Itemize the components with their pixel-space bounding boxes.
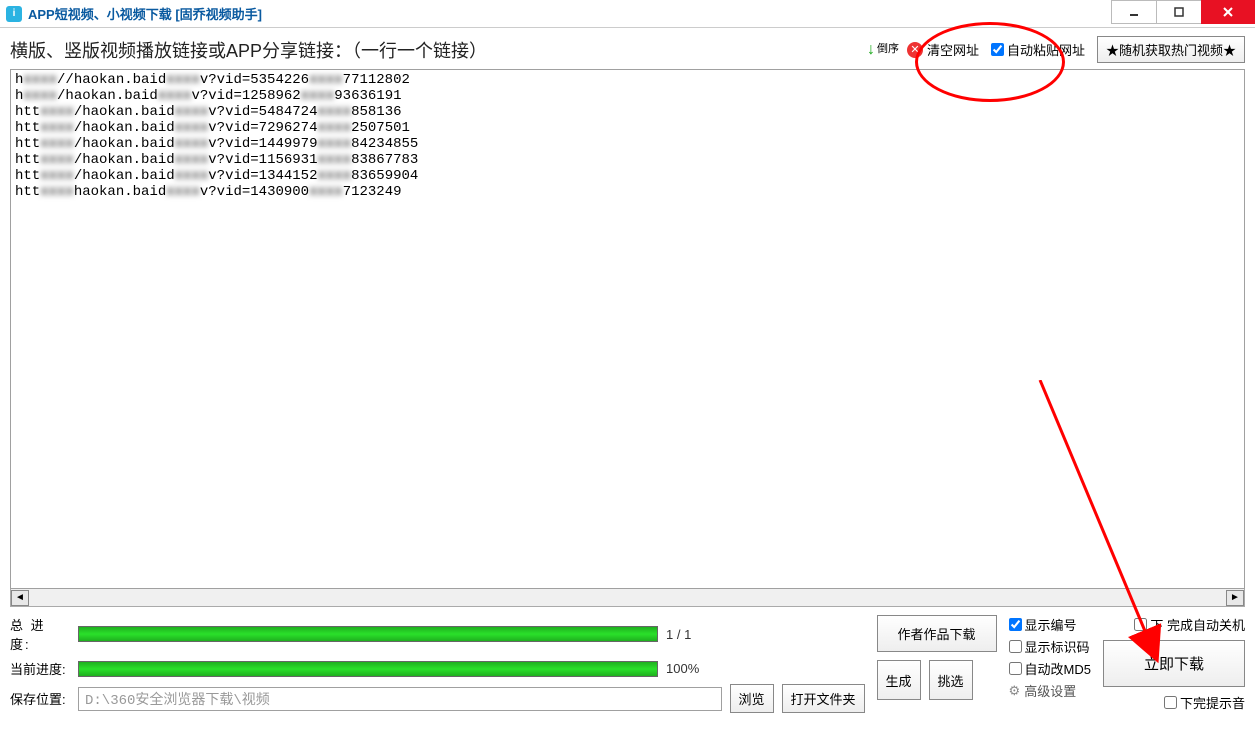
url-line: httxxxx/haokan.baidxxxxv?vid=5484724xxxx…: [15, 104, 1240, 120]
total-progress-text: 1 / 1: [666, 627, 726, 642]
url-textarea[interactable]: hxxxx//haokan.baidxxxxv?vid=5354226xxxx7…: [10, 69, 1245, 589]
save-path-input[interactable]: [78, 687, 722, 711]
pick-button[interactable]: 挑选: [929, 660, 973, 700]
scroll-left-button[interactable]: ◄: [11, 590, 29, 606]
author-download-button[interactable]: 作者作品下载: [877, 615, 997, 652]
clear-label: 清空网址: [927, 40, 979, 59]
total-progress-bar: [78, 626, 658, 642]
auto-shutdown-checkbox[interactable]: 下 完成自动关机: [1134, 615, 1245, 634]
total-progress-label: 总 进 度:: [10, 615, 70, 653]
title-bar: i APP短视频、小视频下载 [固乔视频助手]: [0, 0, 1255, 28]
open-folder-button[interactable]: 打开文件夹: [782, 684, 865, 713]
advanced-settings-link[interactable]: ⚙ 高级设置: [1009, 681, 1091, 700]
current-progress-text: 100%: [666, 661, 726, 676]
url-line: hxxxx/haokan.baidxxxxv?vid=1258962xxxx93…: [15, 88, 1240, 104]
show-number-checkbox[interactable]: 显示编号: [1009, 615, 1091, 634]
current-progress-label: 当前进度:: [10, 659, 70, 678]
right-column: 下 完成自动关机 立即下载 下完提示音: [1103, 615, 1245, 712]
window-title: APP短视频、小视频下载 [固乔视频助手]: [28, 4, 262, 23]
close-circle-icon: ✕: [907, 42, 923, 58]
url-line: httxxxx/haokan.baidxxxxv?vid=1344152xxxx…: [15, 168, 1240, 184]
random-hot-button[interactable]: ★随机获取热门视频★: [1097, 36, 1245, 63]
save-location-label: 保存位置:: [10, 689, 70, 708]
url-line: httxxxx/haokan.baidxxxxv?vid=7296274xxxx…: [15, 120, 1240, 136]
download-now-button[interactable]: 立即下载: [1103, 640, 1245, 687]
clear-urls-button[interactable]: ✕ 清空网址: [907, 40, 979, 59]
current-progress-bar: [78, 661, 658, 677]
bottom-panel: 总 进 度: 1 / 1 当前进度: 100% 保存位置: 浏览 打开文件夹: [10, 607, 1245, 727]
gear-icon: ⚙: [1009, 683, 1021, 699]
url-line: httxxxx/haokan.baidxxxxv?vid=1449979xxxx…: [15, 136, 1240, 152]
sort-label: 倒序: [877, 44, 899, 55]
scroll-right-button[interactable]: ►: [1226, 590, 1244, 606]
done-sound-checkbox[interactable]: 下完提示音: [1164, 693, 1245, 712]
generate-button[interactable]: 生成: [877, 660, 921, 700]
auto-paste-checkbox[interactable]: 自动粘贴网址: [991, 40, 1085, 59]
options-column: 显示编号 显示标识码 自动改MD5 ⚙ 高级设置: [1009, 615, 1091, 700]
auto-paste-label: 自动粘贴网址: [1007, 40, 1085, 59]
main-area: 横版、竖版视频播放链接或APP分享链接：（一行一个链接） ↓ 倒序 ✕ 清空网址…: [0, 28, 1255, 727]
instruction-label: 横版、竖版视频播放链接或APP分享链接：（一行一个链接）: [10, 37, 867, 63]
toolbar: 横版、竖版视频播放链接或APP分享链接：（一行一个链接） ↓ 倒序 ✕ 清空网址…: [10, 28, 1245, 69]
minimize-button[interactable]: [1111, 0, 1157, 24]
horizontal-scrollbar[interactable]: ◄ ►: [10, 589, 1245, 607]
auto-paste-input[interactable]: [991, 43, 1004, 56]
browse-button[interactable]: 浏览: [730, 684, 774, 713]
show-id-checkbox[interactable]: 显示标识码: [1009, 637, 1091, 656]
app-icon: i: [6, 6, 22, 22]
window-buttons: [1112, 0, 1255, 24]
arrow-down-icon: ↓: [867, 41, 875, 59]
sort-button[interactable]: ↓ 倒序: [867, 41, 899, 59]
auto-md5-checkbox[interactable]: 自动改MD5: [1009, 659, 1091, 678]
close-button[interactable]: [1201, 0, 1255, 24]
url-line: hxxxx//haokan.baidxxxxv?vid=5354226xxxx7…: [15, 72, 1240, 88]
url-line: httxxxx/haokan.baidxxxxv?vid=1156931xxxx…: [15, 152, 1240, 168]
url-line: httxxxxhaokan.baidxxxxv?vid=1430900xxxx7…: [15, 184, 1240, 200]
maximize-button[interactable]: [1156, 0, 1202, 24]
